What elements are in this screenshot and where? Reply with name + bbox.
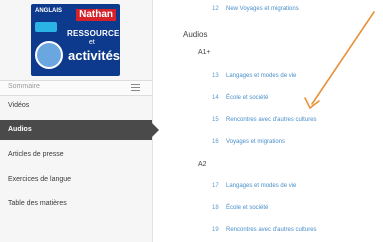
annotation-arrow-icon (304, 11, 375, 109)
